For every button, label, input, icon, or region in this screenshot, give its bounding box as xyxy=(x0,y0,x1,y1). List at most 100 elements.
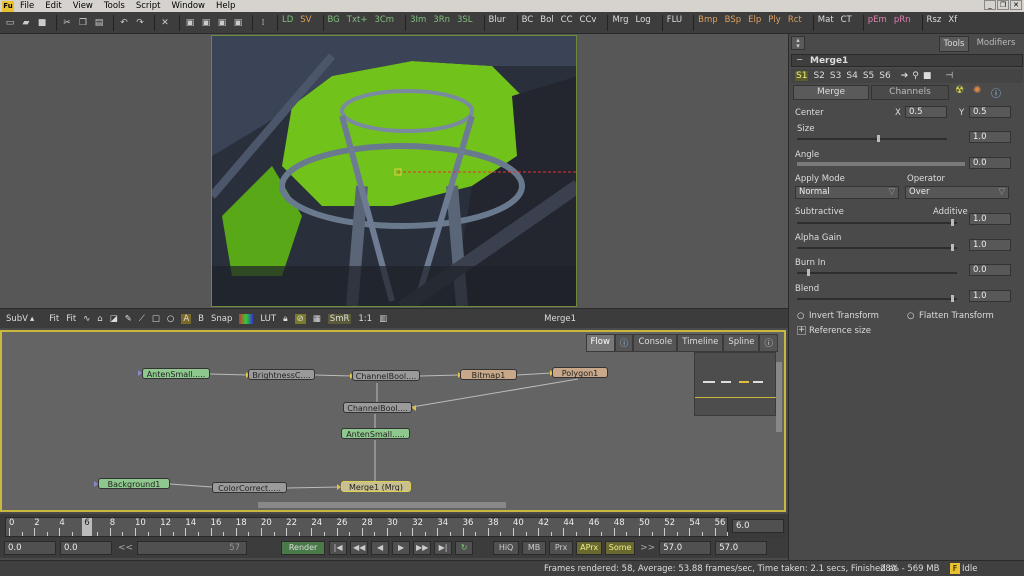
tool-button-bg[interactable]: BG xyxy=(328,15,340,31)
checker-icon[interactable]: ▦ xyxy=(313,314,321,324)
flow-navigator[interactable] xyxy=(694,352,777,416)
histogram-icon[interactable]: ▥ xyxy=(379,314,387,324)
rectangle-icon[interactable]: □ xyxy=(152,314,160,324)
info-icon[interactable]: ⓘ xyxy=(759,334,778,352)
save-icon[interactable]: ■ xyxy=(36,17,48,29)
playhead[interactable]: 6 xyxy=(82,518,92,536)
collapse-icon[interactable]: − xyxy=(796,55,803,65)
tool-button-mrg[interactable]: Mrg xyxy=(612,15,628,31)
undo-icon[interactable]: ↶ xyxy=(118,17,130,29)
tool-button-3im[interactable]: 3Im xyxy=(410,15,426,31)
tool-button-log[interactable]: Log xyxy=(636,15,651,31)
subtractive-additive-slider[interactable] xyxy=(797,222,957,224)
fast-forward-icon[interactable]: ▶▶ xyxy=(413,541,432,555)
prx-button[interactable]: Prx xyxy=(549,541,574,555)
ellipse-icon[interactable]: ○ xyxy=(167,314,174,324)
panel-collapse-icon[interactable]: ▴ ▾ xyxy=(791,36,805,50)
scroll-right-icon[interactable]: >> xyxy=(640,543,655,553)
flow-node[interactable]: Polygon1 xyxy=(552,367,608,378)
tab-channels[interactable]: Channels xyxy=(871,85,949,100)
step-forward-icon[interactable]: ▶| xyxy=(434,541,453,555)
render-end-field[interactable]: 57.0 xyxy=(659,541,712,555)
slot-s1[interactable]: S1 xyxy=(795,71,809,81)
pin-icon[interactable]: ⊣ xyxy=(945,71,953,81)
render-start-field[interactable]: 0.0 xyxy=(60,541,112,555)
size-slider[interactable] xyxy=(797,138,947,140)
flatten-transform-checkbox[interactable]: ○ xyxy=(907,311,914,321)
angle-field[interactable]: 0.0 xyxy=(969,157,1011,169)
tab-merge[interactable]: Merge xyxy=(793,85,869,100)
lut-button[interactable]: LUT xyxy=(260,314,276,324)
layout-icon[interactable]: ▣ xyxy=(216,17,228,29)
global-end-field[interactable]: 57.0 xyxy=(715,541,768,555)
close-icon[interactable]: ✕ xyxy=(1010,0,1022,10)
gradient-icon[interactable]: ◪ xyxy=(110,314,118,324)
menu-help[interactable]: Help xyxy=(216,1,235,11)
viewer-image[interactable] xyxy=(211,35,577,307)
fit-dropdown[interactable]: Fit xyxy=(66,314,76,324)
range-slider[interactable]: 57 xyxy=(137,541,248,555)
tool-button-bmp[interactable]: Bmp xyxy=(698,15,718,31)
flow-node[interactable]: ChannelBool.... xyxy=(352,370,420,381)
info-icon[interactable]: ⓘ xyxy=(614,334,634,352)
tool-button-blur[interactable]: Blur xyxy=(489,15,506,31)
aprx-button[interactable]: APrx xyxy=(576,541,603,555)
menu-script[interactable]: Script xyxy=(136,1,161,11)
center-x-field[interactable]: 0.5 xyxy=(905,106,947,118)
subview-button[interactable]: SubV xyxy=(6,314,28,324)
one-to-one-button[interactable]: 1:1 xyxy=(358,314,372,324)
time-ruler[interactable]: 0246810121416182022242628303234363840424… xyxy=(5,517,729,537)
flatten-transform-label[interactable]: Flatten Transform xyxy=(919,311,994,321)
tool-button-rsz[interactable]: Rsz xyxy=(927,15,942,31)
render-button[interactable]: Render xyxy=(281,541,326,555)
settings-icon[interactable]: ✺ xyxy=(973,85,981,96)
menu-tools[interactable]: Tools xyxy=(104,1,125,11)
arrow-icon[interactable]: ▴ xyxy=(30,314,34,324)
menu-edit[interactable]: Edit xyxy=(45,1,61,11)
tool-button-3sl[interactable]: 3SL xyxy=(457,15,473,31)
flow-node[interactable]: Bitmap1 xyxy=(460,369,517,380)
size-field[interactable]: 1.0 xyxy=(969,131,1011,143)
radiation-icon[interactable]: ☢ xyxy=(955,85,964,96)
slot-s2[interactable]: S2 xyxy=(813,71,824,81)
tab-tools[interactable]: Tools xyxy=(939,36,969,52)
menu-file[interactable]: File xyxy=(20,1,34,11)
scroll-left-icon[interactable]: << xyxy=(118,543,133,553)
some-button[interactable]: Some xyxy=(605,541,636,555)
brush-icon[interactable]: ⟋ xyxy=(139,314,145,324)
tool-button-ccv[interactable]: CCv xyxy=(580,15,597,31)
menu-view[interactable]: View xyxy=(73,1,93,11)
rewind-icon[interactable]: ◀◀ xyxy=(350,541,369,555)
view-b-button[interactable]: B xyxy=(198,314,204,324)
polygon-icon[interactable]: ⌂ xyxy=(97,314,102,324)
link-icon[interactable]: ⚲ xyxy=(912,71,919,81)
layout-icon[interactable]: ▣ xyxy=(184,17,196,29)
tool-button-3rn[interactable]: 3Rn xyxy=(433,15,450,31)
layout-icon[interactable]: ▣ xyxy=(232,17,244,29)
paste-icon[interactable]: ▤ xyxy=(93,17,105,29)
tab-flow[interactable]: Flow xyxy=(585,334,615,352)
redo-icon[interactable]: ↷ xyxy=(134,17,146,29)
alpha-gain-slider[interactable] xyxy=(797,247,957,249)
mb-button[interactable]: MB xyxy=(522,541,547,555)
current-time-field[interactable]: 6.0 xyxy=(732,519,784,533)
tool-button-ld[interactable]: LD xyxy=(282,15,293,31)
blend-slider[interactable] xyxy=(797,298,957,300)
global-start-field[interactable]: 0.0 xyxy=(4,541,56,555)
flow-node[interactable]: AntenSmall..... xyxy=(341,428,410,439)
tool-button-pem[interactable]: pEm xyxy=(868,15,887,31)
flow-node[interactable]: ColorCorrect..... xyxy=(212,482,287,493)
tool-button-sv[interactable]: SV xyxy=(300,15,311,31)
flow-node[interactable]: ChannelBool.... xyxy=(343,402,412,413)
tool-button-ct[interactable]: CT xyxy=(841,15,852,31)
tool-button-cc[interactable]: CC xyxy=(561,15,573,31)
tab-spline[interactable]: Spline xyxy=(723,334,760,352)
additive-slider-knob[interactable] xyxy=(951,219,954,226)
alpha-gain-field[interactable]: 1.0 xyxy=(969,239,1011,251)
additive-field[interactable]: 1.0 xyxy=(969,213,1011,225)
slot-s5[interactable]: S5 xyxy=(863,71,874,81)
info-icon[interactable]: ⓘ xyxy=(991,85,1001,100)
grid-icon[interactable]: ⁞ xyxy=(257,17,269,29)
tab-console[interactable]: Console xyxy=(633,334,678,352)
arrow-right-icon[interactable]: ➔ xyxy=(901,71,909,81)
